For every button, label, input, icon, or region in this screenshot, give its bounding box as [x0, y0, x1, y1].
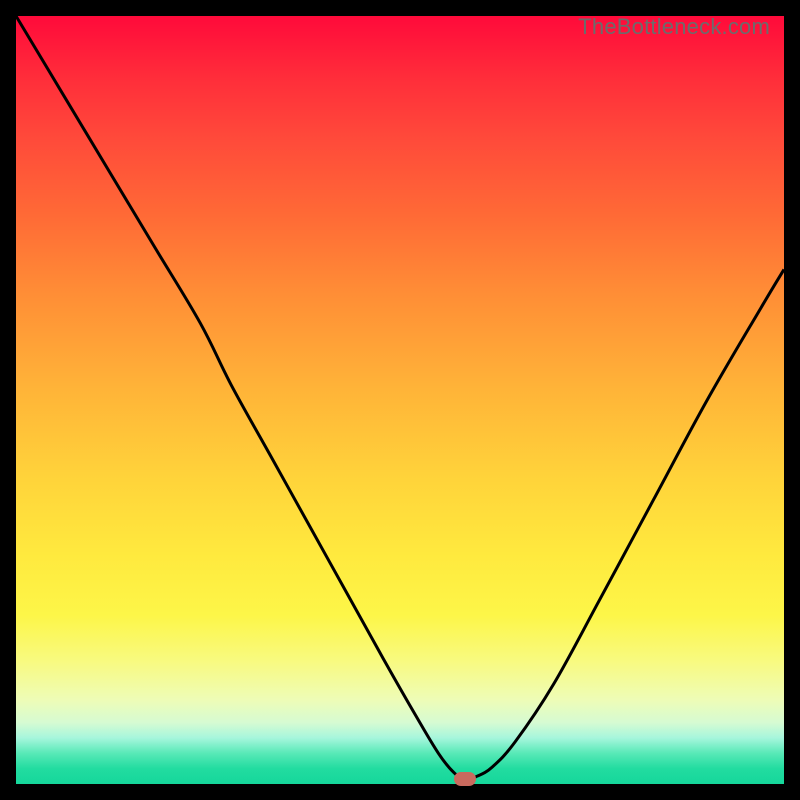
- curve-path: [16, 16, 784, 780]
- chart-frame: TheBottleneck.com: [16, 16, 784, 784]
- bottleneck-curve: [16, 16, 784, 784]
- watermark-text: TheBottleneck.com: [578, 14, 770, 40]
- optimal-point-marker: [454, 772, 476, 786]
